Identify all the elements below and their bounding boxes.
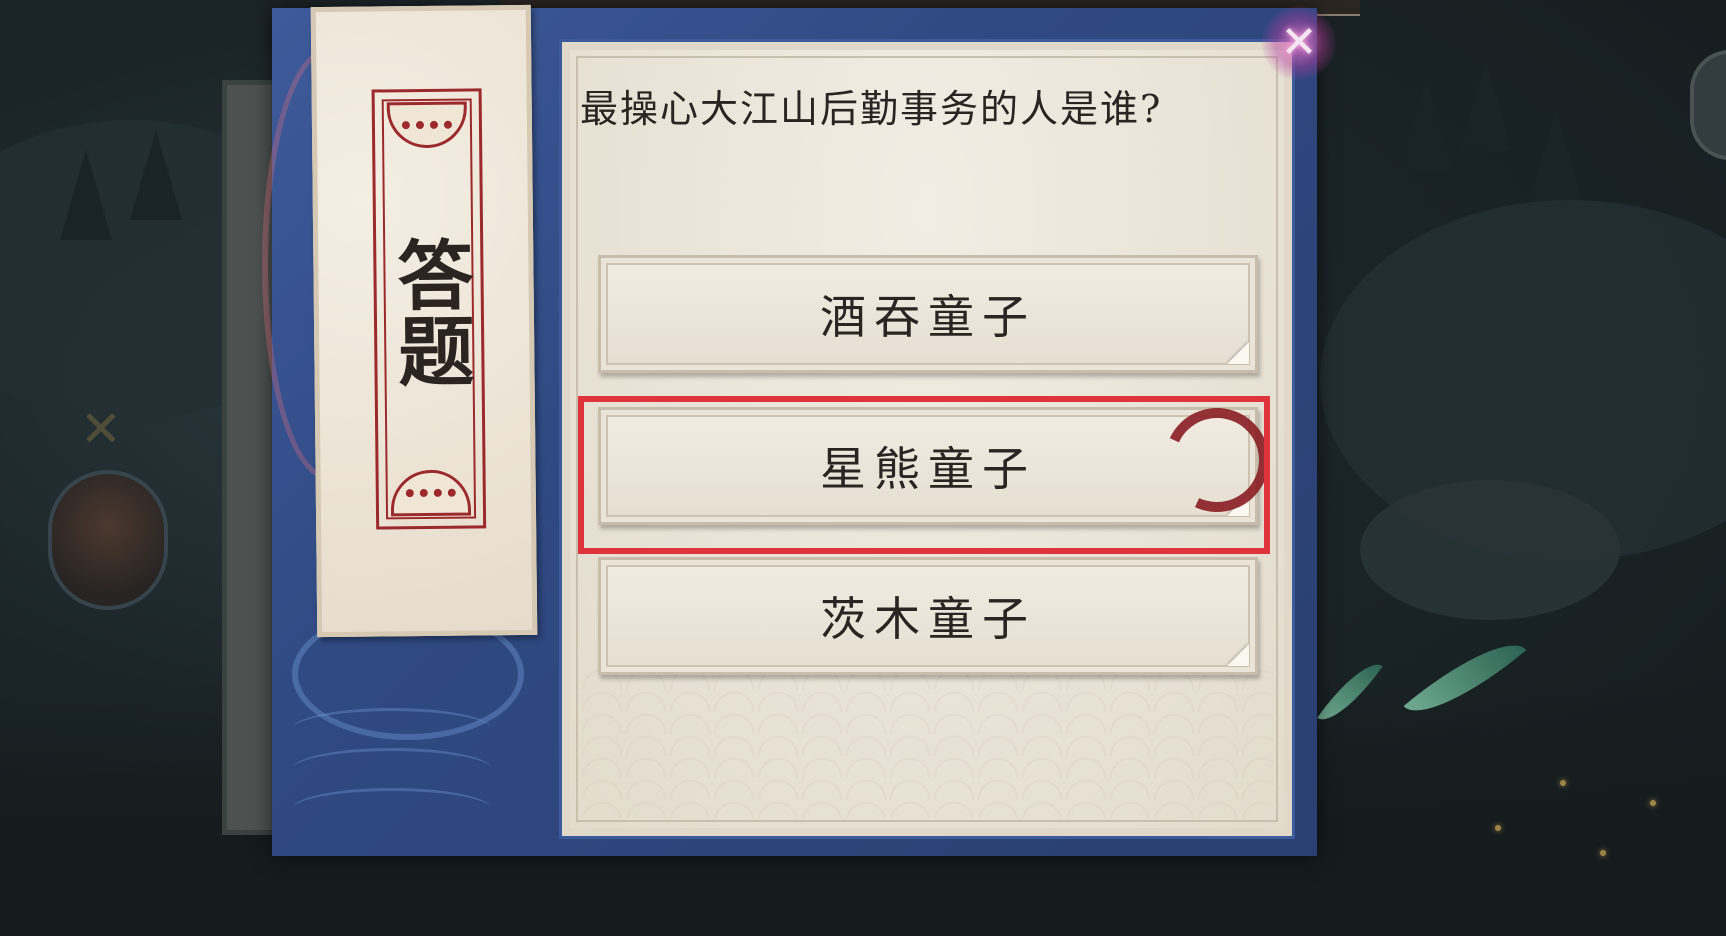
- answer-highlight-box: [578, 396, 1270, 554]
- background-tree: [1530, 110, 1582, 200]
- faded-x-icon: ✕: [80, 400, 122, 458]
- answer-label: 茨木童子: [820, 592, 1036, 646]
- wave-decoration: [292, 788, 492, 831]
- background-tree: [130, 130, 182, 220]
- wave-pattern: [580, 668, 1274, 818]
- crest-bottom-icon: [390, 469, 472, 517]
- answer-button-3[interactable]: 茨木童子: [598, 557, 1258, 675]
- background-tree: [1400, 80, 1452, 170]
- lantern-light: [1495, 825, 1501, 831]
- background-hill: [1360, 480, 1620, 620]
- answer-button-1[interactable]: 酒吞童子: [598, 255, 1258, 373]
- wave-decoration: [292, 748, 492, 791]
- question-text: 最操心大江山后勤事务的人是谁?: [580, 87, 1163, 131]
- answer-label: 酒吞童子: [820, 290, 1036, 344]
- character-portrait-badge[interactable]: [48, 470, 168, 610]
- corner-fold: [1227, 342, 1249, 364]
- background-tree: [1460, 60, 1512, 150]
- lantern-light: [1650, 800, 1656, 806]
- quiz-title: 答题: [384, 235, 475, 389]
- title-frame: 答题: [371, 88, 487, 530]
- lantern-light: [1600, 850, 1606, 856]
- corner-fold: [1227, 644, 1249, 666]
- close-icon: ✕: [1280, 17, 1318, 68]
- title-scroll: 答题: [310, 4, 538, 638]
- lantern-light: [1560, 780, 1566, 786]
- wave-decoration: [292, 708, 492, 751]
- crest-top-icon: [386, 101, 468, 149]
- background-tree: [60, 150, 112, 240]
- close-button[interactable]: ✕: [1262, 6, 1336, 80]
